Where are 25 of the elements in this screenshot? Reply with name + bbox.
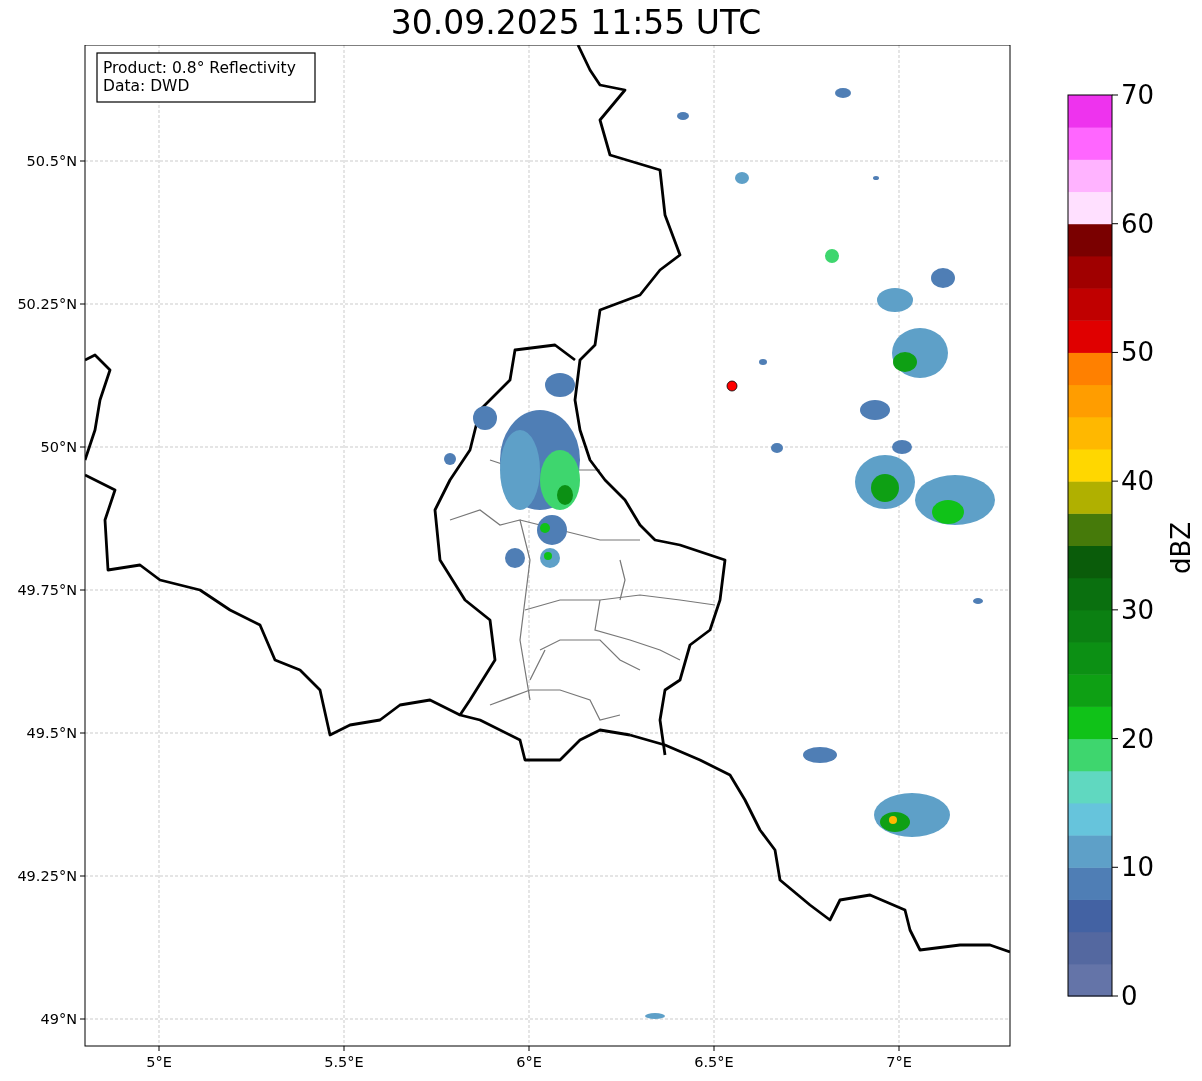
colorbar-tick-label: 40 xyxy=(1121,466,1155,497)
latitude-label: 49°N xyxy=(40,1011,77,1027)
latitude-label: 50.5°N xyxy=(26,153,77,169)
colorbar-tick-label: 0 xyxy=(1121,981,1138,1011)
longitude-label: 5°E xyxy=(146,1054,172,1070)
longitude-label: 6°E xyxy=(516,1054,542,1070)
latitude-label: 49.25°N xyxy=(17,868,77,884)
colorbar-tick-label: 70 xyxy=(1121,80,1155,110)
colorbar-tick-label: 60 xyxy=(1121,208,1155,239)
longitude-label: 5.5°E xyxy=(324,1054,364,1070)
colorbar-tick-label: 10 xyxy=(1121,852,1155,883)
longitude-label: 6.5°E xyxy=(694,1054,734,1070)
colorbar-label: dBZ xyxy=(1166,521,1196,575)
latitude-label: 50.25°N xyxy=(17,296,77,312)
latitude-label: 49.75°N xyxy=(17,582,77,598)
latitude-label: 49.5°N xyxy=(26,725,77,741)
map-title: 30.09.2025 11:55 UTC xyxy=(390,3,762,42)
info-text: Data: DWD xyxy=(103,77,190,95)
colorbar-tick-label: 50 xyxy=(1121,337,1155,368)
colorbar-tick-label: 20 xyxy=(1121,723,1155,754)
longitude-label: 7°E xyxy=(886,1054,912,1070)
info-text: Product: 0.8° Reflectivity xyxy=(103,59,296,77)
radar-site-marker xyxy=(726,380,738,392)
colorbar-tick-label: 30 xyxy=(1121,594,1155,625)
latitude-label: 50°N xyxy=(40,439,77,455)
